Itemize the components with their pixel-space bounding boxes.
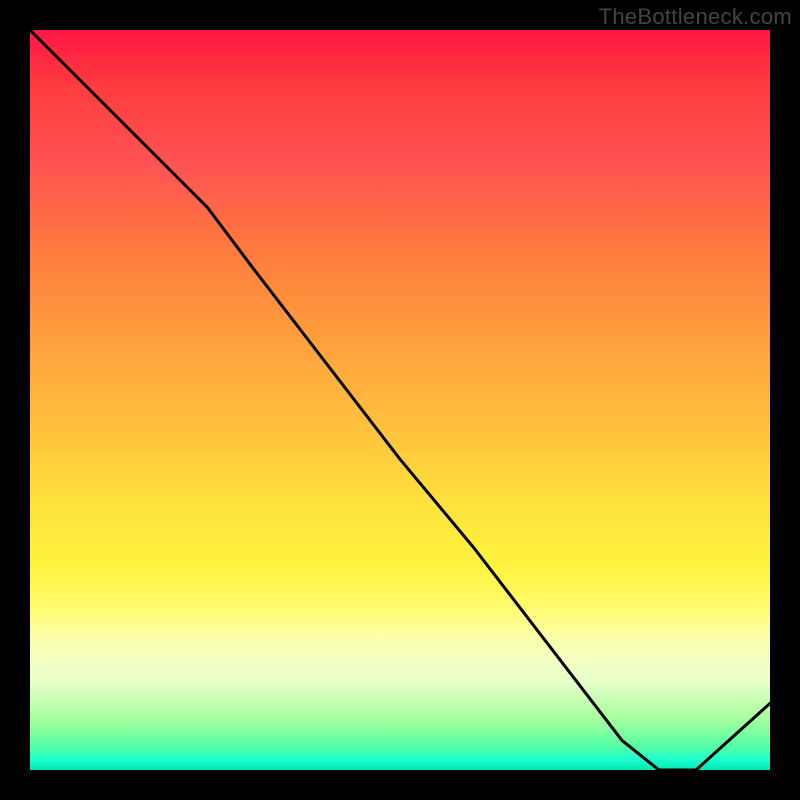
attribution-label: TheBottleneck.com	[599, 4, 792, 30]
chart-plot-area	[30, 30, 770, 770]
chart-line-svg	[30, 30, 770, 770]
chart-curve	[30, 30, 770, 770]
